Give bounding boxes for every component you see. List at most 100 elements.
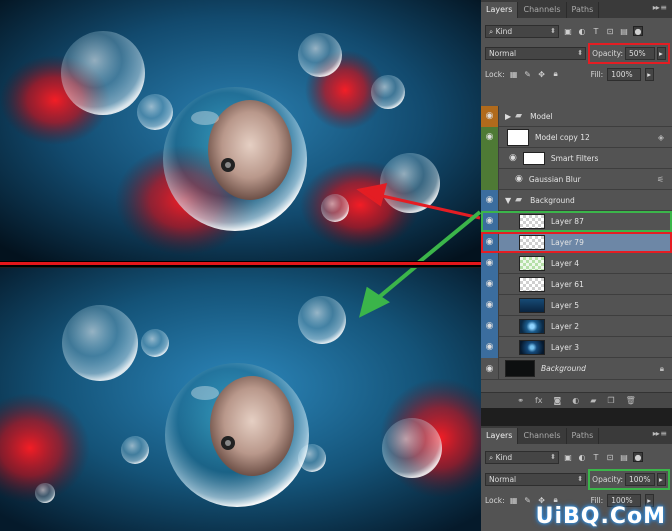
eye-icon[interactable]: ◉: [481, 105, 499, 127]
kind-filter-select[interactable]: ⌕ Kind ⬍: [485, 450, 559, 464]
smart-filter-icon[interactable]: ▤: [619, 452, 629, 462]
filter-toggle-icon[interactable]: ●: [633, 26, 643, 36]
eye-icon[interactable]: ◉: [481, 189, 499, 211]
eye-icon[interactable]: ◉: [481, 210, 499, 232]
opacity-input[interactable]: 100%: [625, 472, 655, 486]
new-group-icon[interactable]: ▰: [590, 396, 596, 405]
tab-layers[interactable]: Layers: [481, 2, 519, 18]
opacity-label: Opacity:: [592, 48, 623, 58]
kind-filter-select[interactable]: ⌕ Kind ⬍: [485, 24, 559, 38]
adjustment-filter-icon[interactable]: ◐: [577, 452, 587, 462]
adjustment-filter-icon[interactable]: ◐: [577, 26, 587, 36]
disclosure-arrow-icon[interactable]: ▼: [505, 196, 511, 205]
eye-icon[interactable]: ◉: [481, 315, 499, 337]
lock-transparent-icon[interactable]: ▦: [509, 495, 519, 505]
layer-row-layer-5[interactable]: ◉ Layer 5: [481, 294, 672, 316]
eye-icon[interactable]: ◉: [515, 174, 523, 184]
opacity-label: Opacity:: [592, 474, 623, 484]
smart-filter-icon[interactable]: ▤: [619, 26, 629, 36]
divider-line: [0, 261, 481, 267]
layer-row-layer-2[interactable]: ◉ Layer 2: [481, 315, 672, 337]
type-filter-icon[interactable]: T: [591, 26, 601, 36]
layer-thumbnail: [519, 276, 545, 292]
link-layers-icon[interactable]: ⚭: [517, 396, 524, 405]
panel-tabs: Layers Channels Paths ▸▸ ≡: [481, 426, 672, 444]
canvas-before: [0, 0, 481, 262]
layer-row-layer-4[interactable]: ◉ Layer 4: [481, 252, 672, 274]
filter-row: ⌕ Kind ⬍ ▣ ◐ T ⊡ ▤ ●: [481, 20, 672, 42]
panel-menu-icon[interactable]: ▸▸ ≡: [653, 3, 667, 12]
search-icon: ⌕: [489, 26, 496, 36]
fx-icon[interactable]: fx: [535, 396, 543, 405]
layer-row-background-group[interactable]: ◉ ▼ ▰ Background: [481, 189, 672, 211]
visibility-cell: [481, 168, 499, 190]
chevron-down-icon: ⬍: [577, 474, 584, 483]
trash-icon[interactable]: 🗑︎: [626, 396, 636, 405]
layer-thumbnail: [519, 318, 545, 334]
layer-name: Gaussian Blur: [528, 174, 581, 184]
add-mask-icon[interactable]: ◙: [554, 396, 562, 405]
chevron-down-icon: ⬍: [550, 452, 556, 461]
fill-input[interactable]: 100%: [607, 67, 642, 81]
chevron-down-icon: ⬍: [577, 48, 584, 57]
blend-mode-select[interactable]: Normal ⬍: [485, 46, 587, 60]
lock-all-icon[interactable]: 🔒︎: [551, 69, 561, 79]
shape-filter-icon[interactable]: ⊡: [605, 26, 615, 36]
fill-dropdown-icon[interactable]: ▸: [645, 67, 655, 81]
pixel-filter-icon[interactable]: ▣: [563, 26, 573, 36]
eye-icon[interactable]: ◉: [481, 358, 499, 379]
pixel-filter-icon[interactable]: ▣: [563, 452, 573, 462]
chevron-down-icon: ⬍: [550, 26, 556, 35]
eye-icon[interactable]: ◉: [481, 336, 499, 358]
search-icon: ⌕: [489, 452, 496, 462]
lock-icon: 🔒︎: [659, 363, 664, 373]
blend-mode-select[interactable]: Normal ⬍: [485, 472, 587, 486]
eye-icon[interactable]: ◉: [509, 153, 517, 163]
type-filter-icon[interactable]: T: [591, 452, 601, 462]
layer-row-background[interactable]: ◉ Background 🔒︎: [481, 358, 672, 380]
visibility-cell: [481, 147, 499, 169]
lock-position-icon[interactable]: ✥: [537, 69, 547, 79]
new-layer-icon[interactable]: ❐: [607, 396, 614, 405]
screenshot-root: Layers Channels Paths ▸▸ ≡ ⌕ Kind ⬍ ▣ ◐ T…: [0, 0, 672, 531]
layer-row-layer-79[interactable]: ◉ Layer 79: [481, 231, 672, 253]
layer-name: Model copy 12: [535, 132, 590, 142]
tab-layers[interactable]: Layers: [481, 428, 519, 444]
eye-icon[interactable]: ◉: [481, 273, 499, 295]
opacity-dropdown-icon[interactable]: ▸: [657, 46, 666, 60]
eye-icon[interactable]: ◉: [481, 252, 499, 274]
layer-name: Model: [530, 111, 553, 121]
tab-paths[interactable]: Paths: [567, 428, 600, 444]
fill-label: Fill:: [590, 69, 604, 79]
tab-paths[interactable]: Paths: [567, 2, 600, 18]
layer-row-layer-61[interactable]: ◉ Layer 61: [481, 273, 672, 295]
layer-thumbnail: [519, 213, 545, 229]
filter-row: ⌕ Kind ⬍ ▣ ◐ T ⊡ ▤ ●: [481, 446, 672, 468]
lock-transparent-icon[interactable]: ▦: [509, 69, 519, 79]
kind-label: Kind: [495, 26, 513, 36]
opacity-dropdown-icon[interactable]: ▸: [657, 472, 666, 486]
tab-channels[interactable]: Channels: [518, 428, 567, 444]
panel-menu-icon[interactable]: ▸▸ ≡: [653, 429, 667, 438]
tab-channels[interactable]: Channels: [518, 2, 567, 18]
filter-toggle-icon[interactable]: ●: [633, 452, 643, 462]
lock-pixels-icon[interactable]: ✎: [523, 495, 533, 505]
layer-name: Layer 4: [551, 258, 580, 268]
layer-row-layer-3[interactable]: ◉ Layer 3: [481, 336, 672, 358]
layers-panel-before: Layers Channels Paths ▸▸ ≡ ⌕ Kind ⬍ ▣ ◐ T…: [481, 0, 672, 408]
layer-row-smart-filters[interactable]: ◉ Smart Filters: [481, 147, 672, 169]
layer-row-layer-87[interactable]: ◉ Layer 87: [481, 210, 672, 232]
filter-options-icon[interactable]: ⚟: [657, 175, 664, 184]
adjustment-layer-icon[interactable]: ◐: [572, 396, 579, 405]
lock-pixels-icon[interactable]: ✎: [523, 69, 533, 79]
layer-row-gaussian-blur[interactable]: ◉ Gaussian Blur ⚟: [481, 168, 672, 190]
layer-thumbnail: [519, 234, 545, 250]
shape-filter-icon[interactable]: ⊡: [605, 452, 615, 462]
eye-icon[interactable]: ◉: [481, 294, 499, 316]
eye-icon[interactable]: ◉: [481, 231, 499, 253]
disclosure-arrow-icon[interactable]: ▶: [505, 112, 511, 121]
layer-row-model-copy-12[interactable]: ◉ Model copy 12 ◈: [481, 126, 672, 148]
opacity-input[interactable]: 50%: [625, 46, 655, 60]
eye-icon[interactable]: ◉: [481, 126, 499, 148]
layer-row-model-group[interactable]: ◉ ▶ ▰ Model: [481, 105, 672, 127]
